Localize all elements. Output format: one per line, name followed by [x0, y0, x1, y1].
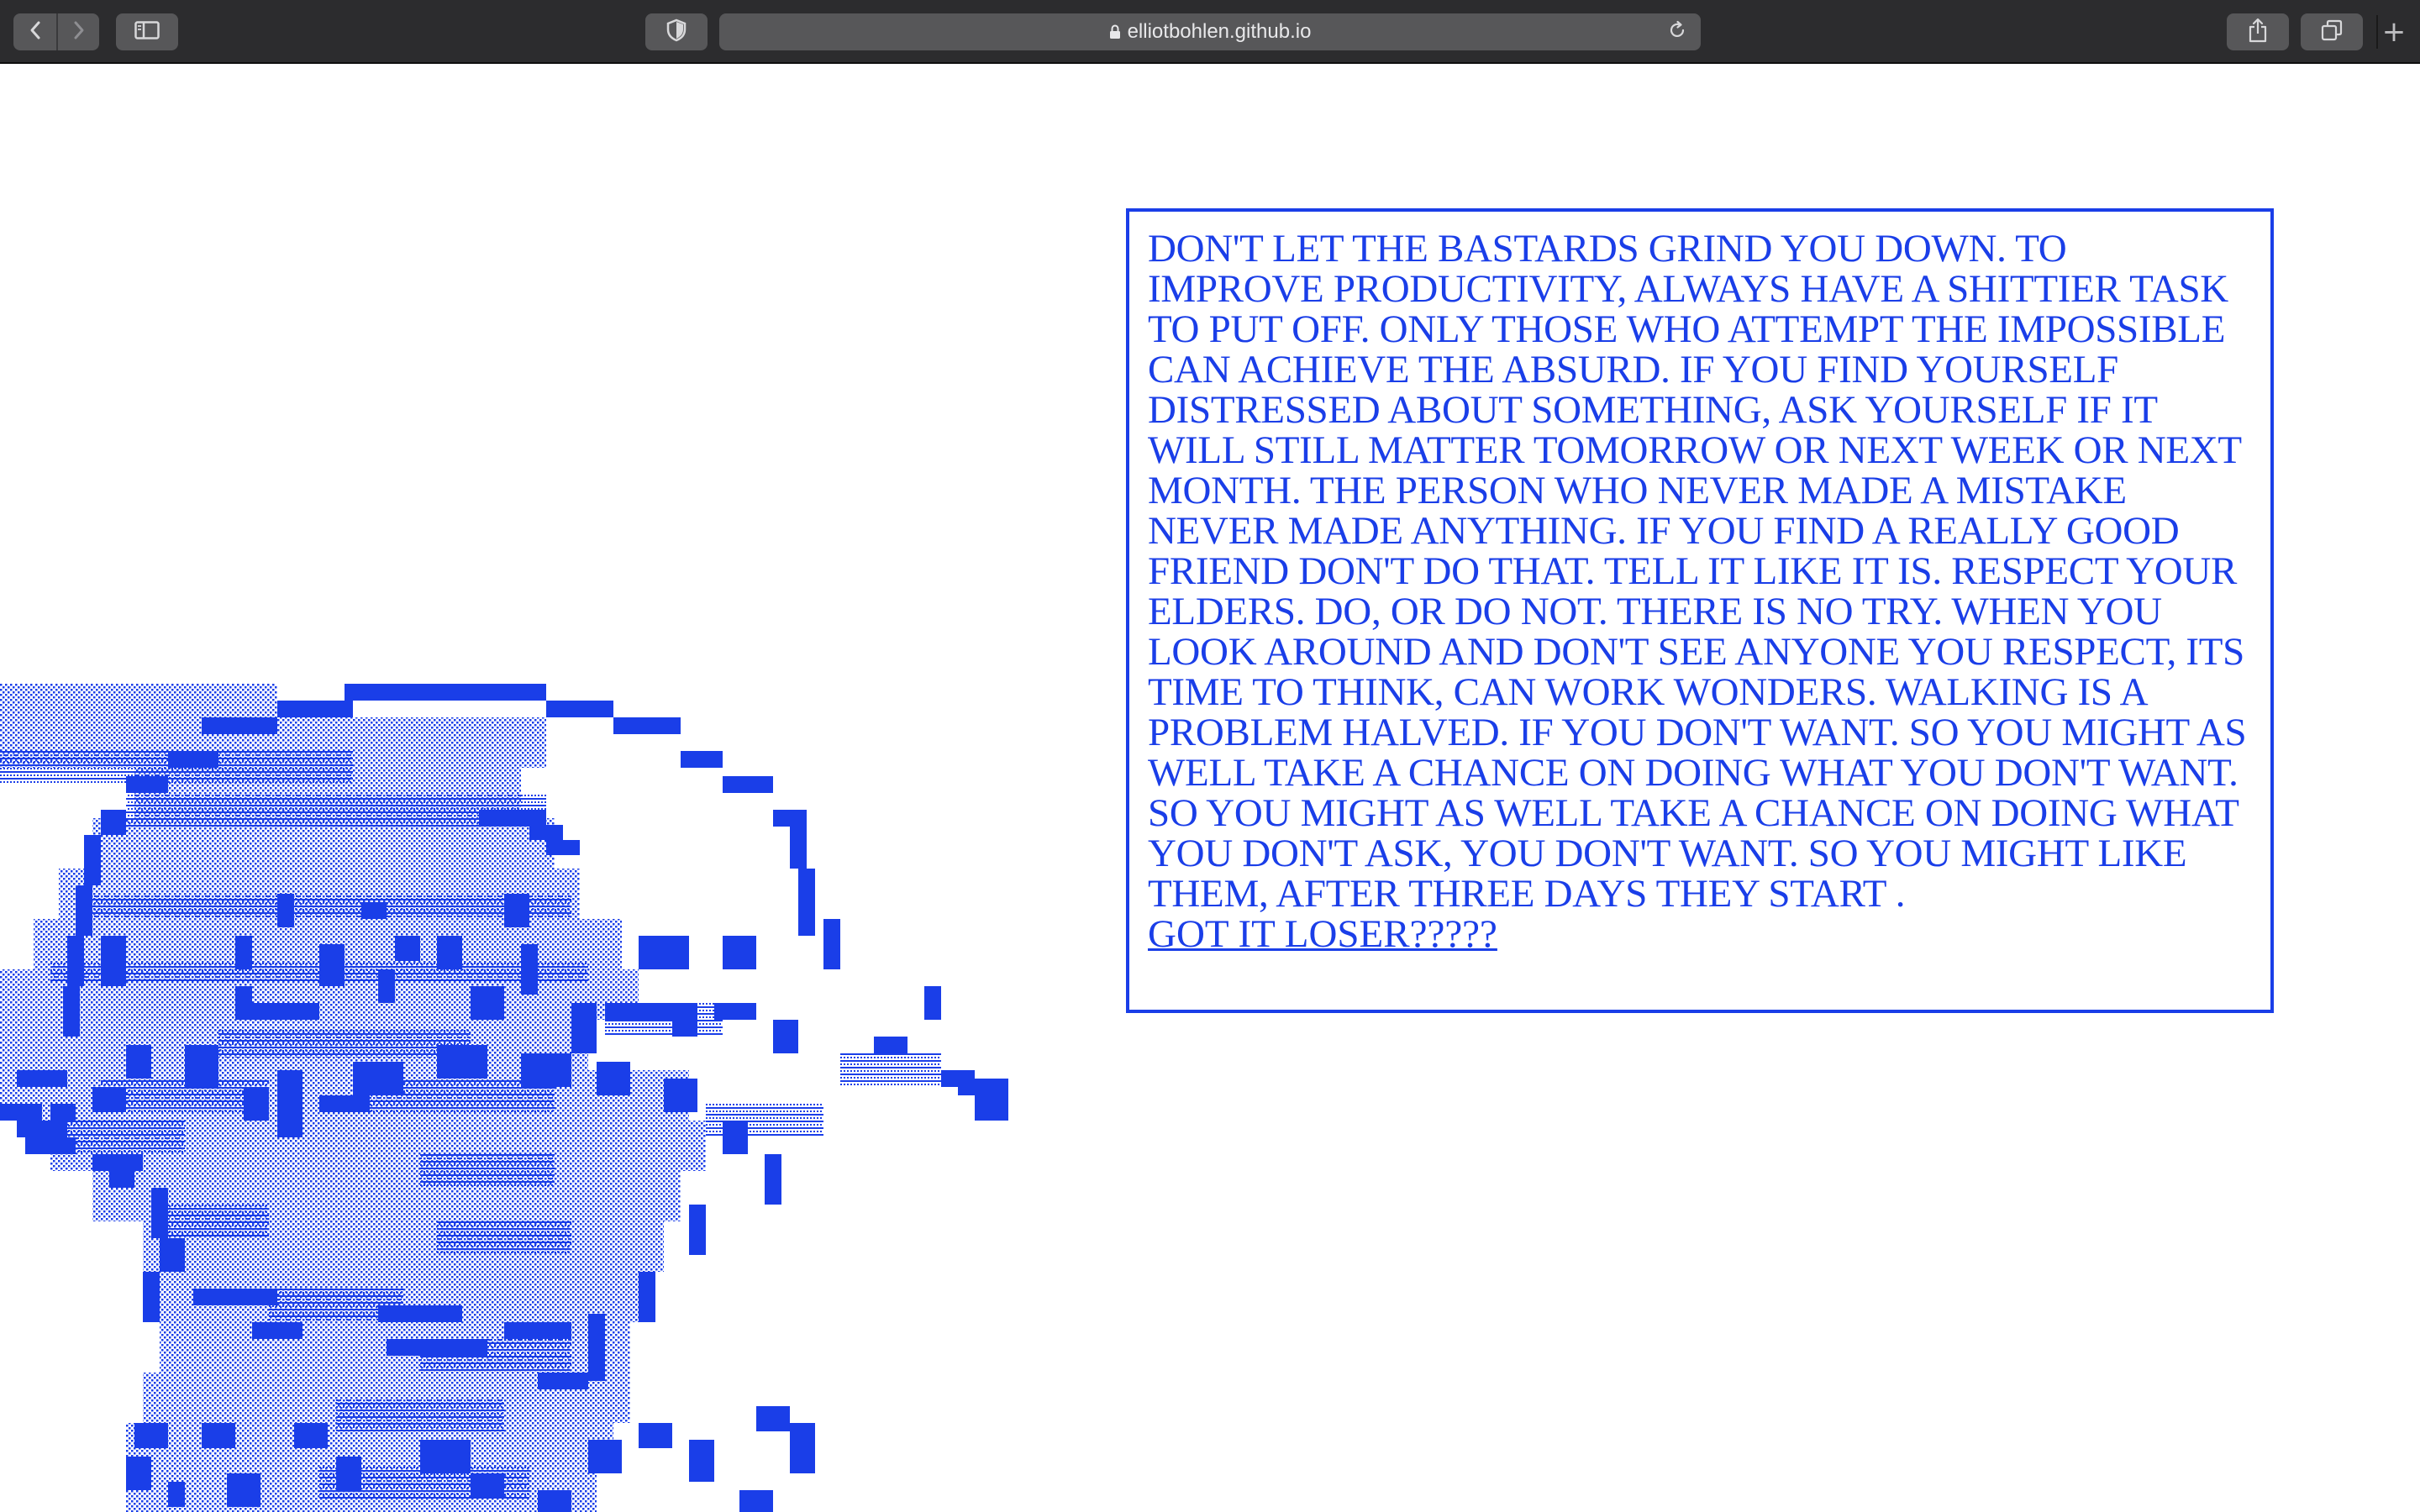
quote-text: Don't let the bastards grind you down. T…	[1148, 227, 2247, 916]
got-it-link[interactable]: GOT IT LOSER?????	[1148, 914, 1497, 954]
reload-button[interactable]	[1665, 20, 1689, 44]
new-tab-button[interactable]: +	[2376, 15, 2410, 49]
sidebar-toggle-button[interactable]	[116, 13, 178, 50]
show-tabs-button[interactable]	[2301, 13, 2363, 50]
sidebar-icon	[134, 20, 160, 44]
lock-icon	[1109, 24, 1121, 39]
url-text: elliotbohlen.github.io	[1127, 20, 1312, 43]
address-bar-content: elliotbohlen.github.io	[719, 13, 1701, 50]
pixel-portrait-image	[0, 684, 1008, 1512]
privacy-report-button[interactable]	[645, 13, 708, 50]
chevron-right-icon	[72, 20, 86, 45]
forward-button[interactable]	[56, 13, 99, 50]
reload-icon	[1667, 20, 1687, 45]
share-icon	[2248, 18, 2268, 47]
share-button[interactable]	[2227, 13, 2289, 50]
navigation-buttons	[13, 13, 99, 50]
quote-box: Don't let the bastards grind you down. T…	[1126, 208, 2274, 1013]
page-content: Don't let the bastards grind you down. T…	[0, 66, 2420, 1512]
chevron-left-icon	[29, 20, 42, 45]
tabs-overview-icon	[2321, 19, 2343, 45]
back-button[interactable]	[13, 13, 56, 50]
browser-toolbar: elliotbohlen.github.io +	[0, 0, 2420, 64]
shield-icon	[666, 18, 687, 46]
address-bar[interactable]: elliotbohlen.github.io	[719, 13, 1701, 50]
